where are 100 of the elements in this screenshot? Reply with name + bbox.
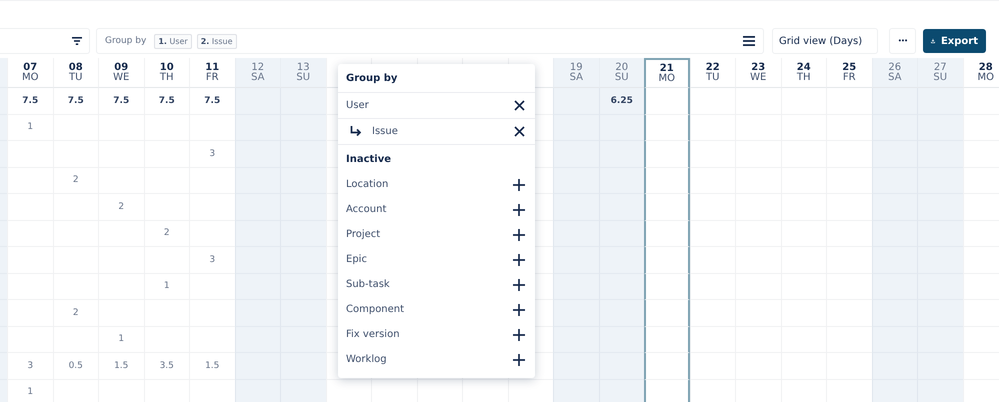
grid-cell [644,114,690,141]
day-number: 08 [68,62,83,72]
grid-cell [962,220,999,247]
grid-cell [917,141,962,168]
weekday-label: MO [658,74,675,84]
grid-cell [917,380,962,402]
grid-cell [280,168,326,194]
grid-cell [7,274,52,300]
hours-value: 7.5 [22,96,38,106]
hours-value: 7.5 [113,96,130,106]
grid-cell [234,220,280,247]
filter-icon[interactable] [72,37,82,45]
grid-cell [234,274,280,300]
grid-cell [598,168,644,194]
grid-cell [917,274,962,300]
grid-cell [872,247,917,274]
day-number: 25 [842,62,856,72]
grid-cell [917,247,962,274]
grid-cell [917,300,962,326]
plus-icon[interactable] [513,304,525,316]
grid-cell [280,141,326,168]
grid-cell [644,380,690,402]
grid-cell [553,274,598,300]
group-by-bar[interactable]: Group by 1. User 2. Issue [96,28,764,54]
weekday-label: MO [978,72,994,82]
plus-icon[interactable] [513,254,525,266]
view-dropdown[interactable]: Grid view (Days) [772,28,878,54]
weekday-label: SU [614,72,629,82]
day-number: 09 [114,62,128,72]
grid-cell [234,194,280,220]
grid-cell [690,141,735,168]
grid-cell [598,194,644,220]
grid-cell [690,194,735,220]
grid-cell [690,300,735,326]
grid-cell [872,353,917,380]
plus-icon[interactable] [513,178,525,190]
grid-cell [872,114,917,141]
grid-cell [598,141,644,168]
weekday-label: TH [796,72,811,82]
grid-cell [280,247,326,274]
grid-cell [872,274,917,300]
plus-icon[interactable] [513,204,525,216]
grid-cell [690,353,735,380]
grid-cell [962,247,999,274]
grid-cell [872,220,917,247]
hours-value: 1.5 [114,360,128,371]
grid-cell [598,353,644,380]
grid-cell [280,380,326,402]
weekday-label: SU [296,72,310,82]
active-group-row[interactable]: User [338,92,535,118]
grid-cell [917,168,962,194]
grid-cell [962,114,999,141]
weekday-label: SA [570,72,583,82]
hours-value: 2 [164,228,170,238]
grid-cell [962,300,999,326]
hours-value: 3 [27,360,34,371]
grid-cell [234,380,280,402]
grid-cell [872,194,917,220]
grid-cell [644,194,690,220]
hours-value: 0.5 [68,360,83,371]
grid-cell [917,353,962,380]
hours-value: 1 [164,281,170,292]
filter-field[interactable] [0,28,90,54]
group-label: Location [346,179,388,190]
grid-cell [234,114,280,141]
export-button[interactable]: Export [923,29,986,53]
plus-icon[interactable] [513,354,525,366]
grid-cell [553,380,598,402]
grid-cell [7,247,52,274]
day-number: 24 [796,62,811,72]
grid-cell [962,194,999,220]
grid-cell [280,114,326,141]
grid-cell [690,220,735,247]
grid-cell [644,141,690,168]
grid-cell [690,326,735,353]
active-group-row[interactable]: Issue [338,118,535,145]
close-icon[interactable] [514,100,525,111]
grid-cell [553,220,598,247]
group-chip[interactable]: 2. Issue [196,34,237,48]
hours-value: 7.5 [158,96,175,106]
grid-cell [962,141,999,168]
group-chip[interactable]: 1. User [154,34,192,48]
plus-icon[interactable] [513,328,525,340]
menu-icon[interactable] [743,36,755,46]
close-icon[interactable] [514,126,525,137]
grid-cell [917,194,962,220]
grid-cell [917,220,962,247]
day-number: 27 [934,62,947,72]
hours-value: 6.25 [610,96,633,106]
plus-icon[interactable] [513,228,525,240]
grid-cell [644,168,690,194]
grid-cell [644,353,690,380]
group-label: Sub-task [346,279,390,290]
grid-cell [962,274,999,300]
weekday-label: FR [206,72,219,82]
hours-value: 2 [72,308,79,318]
grid-cell [598,380,644,402]
plus-icon[interactable] [513,278,525,290]
grid-cell [598,220,644,247]
day-number: 19 [570,62,583,72]
